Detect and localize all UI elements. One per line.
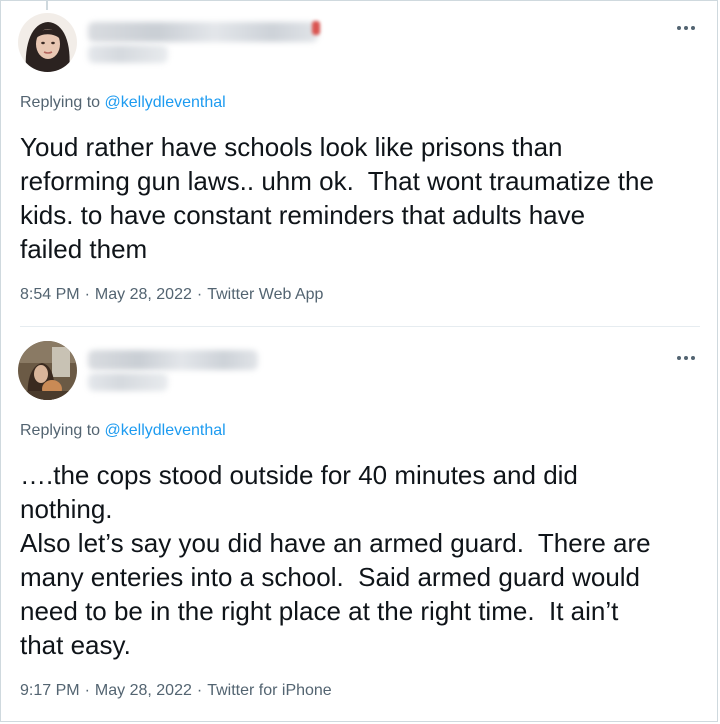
- meta-separator: ·: [84, 286, 90, 303]
- avatar[interactable]: [18, 13, 77, 72]
- tweet[interactable]: Replying to @kellydleventhal Youd rather…: [0, 0, 720, 327]
- tweet-date[interactable]: May 28, 2022: [95, 682, 192, 699]
- verified-badge-icon: [312, 21, 320, 35]
- tweet-text-line: reforming gun laws.. uhm ok. That wont t…: [20, 166, 654, 196]
- tweet-date[interactable]: May 28, 2022: [95, 286, 192, 303]
- author-handle[interactable]: [88, 373, 168, 391]
- author-name[interactable]: [88, 22, 318, 42]
- tweet-meta: 9:17 PM · May 28, 2022 · Twitter for iPhone: [20, 682, 332, 700]
- author-name[interactable]: [88, 350, 258, 370]
- meta-separator: ·: [84, 682, 90, 699]
- more-options-icon[interactable]: [674, 352, 698, 364]
- tweet-text-line: need to be in the right place at the rig…: [20, 596, 619, 626]
- tweet-text-line: many enteries into a school. Said armed …: [20, 562, 641, 592]
- tweet-text: ….the cops stood outside for 40 minutes …: [20, 458, 710, 662]
- tweet-time[interactable]: 8:54 PM: [20, 286, 80, 303]
- more-options-icon[interactable]: [674, 22, 698, 34]
- mention-link[interactable]: @kellydleventhal: [105, 422, 226, 439]
- mention-link[interactable]: @kellydleventhal: [105, 94, 226, 111]
- avatar[interactable]: [18, 341, 77, 400]
- meta-separator: ·: [196, 286, 203, 303]
- tweet-text-line: Youd rather have schools look like priso…: [20, 132, 563, 162]
- replying-to: Replying to @kellydleventhal: [20, 94, 226, 112]
- author-handle[interactable]: [88, 45, 168, 63]
- tweet-text-line: Also let’s say you did have an armed gua…: [20, 528, 651, 558]
- tweet-text-line: nothing.: [20, 494, 113, 524]
- tweet-text-line: failed them: [20, 234, 148, 264]
- replying-to-label: Replying to: [20, 422, 105, 439]
- tweet-text-line: ….the cops stood outside for 40 minutes …: [20, 460, 578, 490]
- tweet-text: Youd rather have schools look like priso…: [20, 130, 710, 266]
- replying-to: Replying to @kellydleventhal: [20, 422, 226, 440]
- tweet-text-line: kids. to have constant reminders that ad…: [20, 200, 586, 230]
- tweet-source: Twitter for iPhone: [207, 682, 332, 699]
- tweet[interactable]: Replying to @kellydleventhal ….the cops …: [0, 328, 720, 724]
- tweet-meta: 8:54 PM · May 28, 2022 · Twitter Web App: [20, 286, 323, 304]
- tweet-text-line: that easy.: [20, 630, 131, 660]
- replying-to-label: Replying to: [20, 94, 105, 111]
- tweet-divider: [20, 326, 700, 327]
- thread-connector-line: [46, 0, 48, 10]
- tweet-time[interactable]: 9:17 PM: [20, 682, 80, 699]
- meta-separator: ·: [196, 682, 203, 699]
- tweet-source: Twitter Web App: [207, 286, 324, 303]
